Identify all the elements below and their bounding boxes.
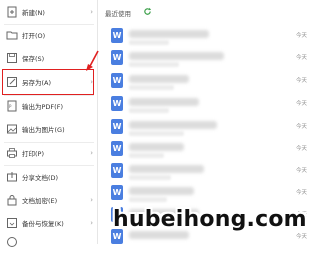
file-path-blurred xyxy=(129,153,164,158)
highlight-box xyxy=(2,69,94,95)
svg-text:P: P xyxy=(9,104,12,109)
menu-item-label: 备份与恢复(K) xyxy=(22,220,64,228)
file-name-blurred xyxy=(129,52,224,60)
menu-item-print[interactable]: 打印(P) › xyxy=(0,142,97,164)
doc-file-icon: W xyxy=(111,185,123,200)
file-path-blurred xyxy=(129,197,167,202)
file-path-blurred xyxy=(129,85,174,90)
menu-item-save[interactable]: 保存(S) xyxy=(0,47,97,69)
print-icon xyxy=(7,148,17,158)
chevron-right-icon: › xyxy=(90,219,93,227)
list-item[interactable]: W 今天 xyxy=(97,46,311,70)
menu-item-backup[interactable]: 备份与恢复(K) › xyxy=(0,212,97,234)
menu-item-export-image[interactable]: 输出为图片(G) xyxy=(0,118,97,140)
file-path-blurred xyxy=(129,175,171,180)
menu-item-label: 输出为PDF(F) xyxy=(22,103,63,111)
doc-file-icon: W xyxy=(111,73,123,88)
refresh-icon[interactable] xyxy=(143,7,152,16)
chevron-right-icon: › xyxy=(90,8,93,16)
file-time: 今天 xyxy=(295,101,307,107)
lock-icon xyxy=(7,195,17,206)
file-name-blurred xyxy=(129,143,184,151)
file-path-blurred xyxy=(129,108,169,113)
chevron-right-icon: › xyxy=(90,196,93,204)
menu-item-share[interactable]: 分享文档(D) xyxy=(0,166,97,188)
backup-icon xyxy=(7,218,17,228)
file-path-blurred xyxy=(129,62,179,67)
watermark: hubeihong.com xyxy=(113,207,307,232)
file-name-blurred xyxy=(129,75,189,83)
file-time: 今天 xyxy=(295,234,307,240)
file-path-blurred xyxy=(129,40,169,45)
file-time: 今天 xyxy=(295,124,307,130)
file-time: 今天 xyxy=(295,168,307,174)
recent-title: 最近使用 xyxy=(105,10,131,18)
file-time: 今天 xyxy=(295,78,307,84)
menu-item-label: 打开(O) xyxy=(22,32,46,40)
menu-item-label: 新建(N) xyxy=(22,9,45,17)
list-item[interactable]: W 今天 xyxy=(97,181,311,205)
file-path-blurred xyxy=(129,131,184,136)
doc-file-icon: W xyxy=(111,141,123,156)
file-name-blurred xyxy=(129,165,204,173)
list-item[interactable]: W 今天 xyxy=(97,137,311,161)
file-name-blurred xyxy=(129,30,209,38)
file-time: 今天 xyxy=(295,146,307,152)
image-icon xyxy=(7,124,17,134)
doc-file-icon: W xyxy=(111,28,123,43)
menu-item-encrypt[interactable]: 文档加密(E) › xyxy=(0,189,97,211)
file-time: 今天 xyxy=(295,55,307,61)
file-time: 今天 xyxy=(295,33,307,39)
share-icon xyxy=(7,172,17,182)
list-item[interactable]: W 今天 xyxy=(97,92,311,116)
file-name-blurred xyxy=(129,231,189,239)
list-item[interactable]: W 今天 xyxy=(97,24,311,48)
menu-item-label: 输出为图片(G) xyxy=(22,126,65,134)
file-name-blurred xyxy=(129,187,194,195)
menu-item-more[interactable] xyxy=(0,234,97,256)
menu-item-export-pdf[interactable]: P 输出为PDF(F) xyxy=(0,95,97,117)
doc-file-icon: W xyxy=(111,119,123,134)
menu-item-label: 保存(S) xyxy=(22,55,45,63)
doc-file-icon: W xyxy=(111,163,123,178)
file-name-blurred xyxy=(129,98,199,106)
list-item[interactable]: W 今天 xyxy=(97,115,311,139)
file-time: 今天 xyxy=(295,190,307,196)
list-item[interactable]: W 今天 xyxy=(97,69,311,93)
new-icon xyxy=(7,6,17,18)
menu-item-new[interactable]: 新建(N) › xyxy=(0,1,97,23)
save-icon xyxy=(7,53,17,63)
doc-file-icon: W xyxy=(111,96,123,111)
file-menu: 新建(N) › 打开(O) 保存(S) 另存为(A) › P 输出为PDF(F)… xyxy=(0,0,99,247)
pdf-icon: P xyxy=(7,100,17,112)
list-item[interactable]: W 今天 xyxy=(97,159,311,183)
chevron-right-icon: › xyxy=(90,149,93,157)
menu-item-label: 分享文档(D) xyxy=(22,174,59,182)
open-icon xyxy=(6,31,18,40)
menu-item-label: 文档加密(E) xyxy=(22,197,58,205)
help-icon xyxy=(7,237,17,247)
file-name-blurred xyxy=(129,121,217,129)
menu-item-open[interactable]: 打开(O) xyxy=(0,24,97,46)
doc-file-icon: W xyxy=(111,50,123,65)
menu-item-label: 打印(P) xyxy=(22,150,44,158)
